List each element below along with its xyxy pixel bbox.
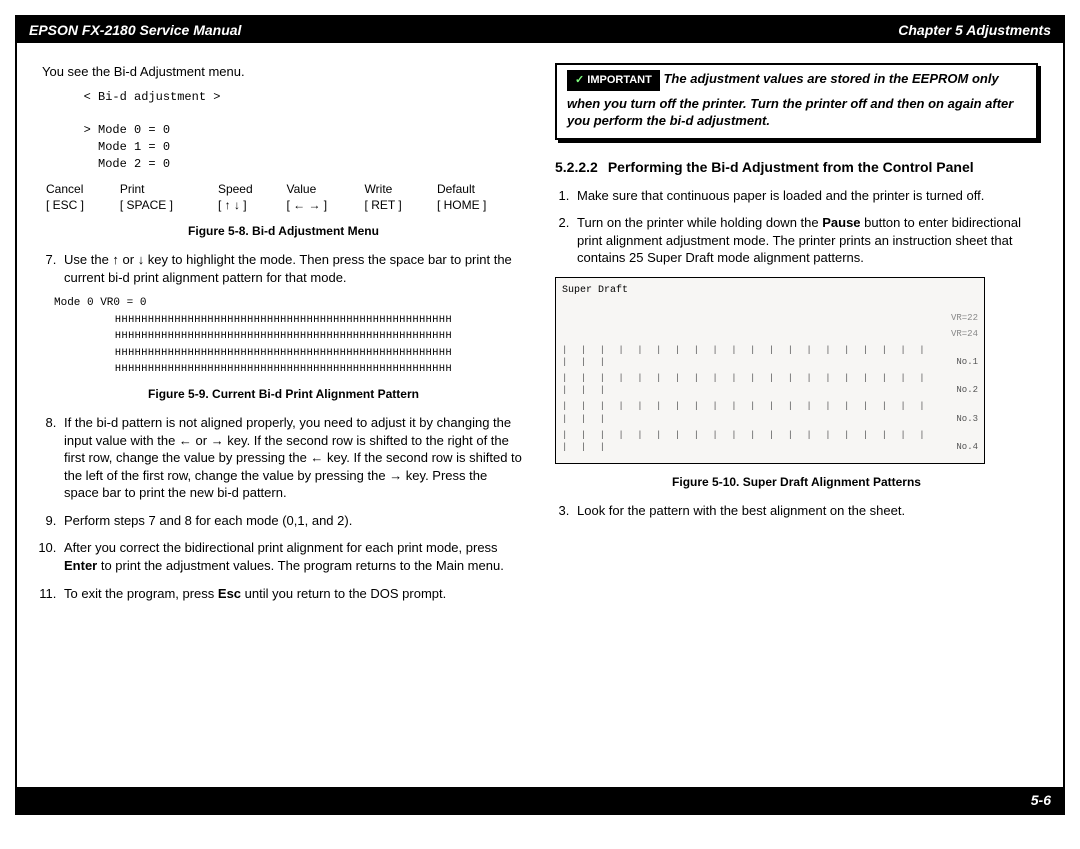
vr-label: VR=24 — [938, 328, 978, 340]
list-item: After you correct the bidirectional prin… — [60, 539, 525, 574]
list-item: If the bi-d pattern is not aligned prope… — [60, 414, 525, 502]
r-step2a: Turn on the printer while holding down t… — [577, 215, 822, 230]
row-label: No.3 — [938, 413, 978, 425]
super-draft-figure: Super Draft VR=22 VR=24 | | | | | | | | … — [555, 277, 985, 464]
r-step3: Look for the pattern with the best align… — [577, 503, 905, 518]
cell: Speed — [214, 181, 283, 197]
menu-key-table: Cancel Print Speed Value Write Default [… — [42, 181, 525, 213]
h-pattern-row: HHHHHHHHHHHHHHHHHHHHHHHHHHHHHHHHHHHHHHHH… — [42, 315, 525, 327]
cell: Cancel — [42, 181, 116, 197]
pattern-row: VR=22 — [562, 312, 978, 324]
figure-5-10-caption: Figure 5-10. Super Draft Alignment Patte… — [555, 474, 1038, 490]
content-area: You see the Bi-d Adjustment menu. < Bi-d… — [17, 43, 1063, 622]
mode0-line: Mode 0 VR0 = 0 — [54, 296, 525, 311]
steps-list-left-cont: If the bi-d pattern is not aligned prope… — [60, 414, 525, 602]
pattern-row: | | | | | | | | | | | | | | | | | | | | … — [562, 372, 978, 396]
cell: Value — [282, 181, 360, 197]
steps-list-right: Make sure that continuous paper is loade… — [573, 187, 1038, 267]
pattern-row: VR=24 — [562, 328, 978, 340]
h-pattern-row: HHHHHHHHHHHHHHHHHHHHHHHHHHHHHHHHHHHHHHHH… — [42, 331, 525, 343]
list-item: Perform steps 7 and 8 for each mode (0,1… — [60, 512, 525, 530]
page-number: 5-6 — [1031, 792, 1051, 808]
step10-b: Enter — [64, 558, 97, 573]
list-item: Turn on the printer while holding down t… — [573, 214, 1038, 267]
pattern-row: | | | | | | | | | | | | | | | | | | | | … — [562, 400, 978, 424]
steps-list-right-cont: Look for the pattern with the best align… — [573, 502, 1038, 520]
figure-5-9-caption: Figure 5-9. Current Bi-d Print Alignment… — [42, 386, 525, 402]
tick-marks: | | | | | | | | | | | | | | | | | | | | … — [562, 400, 938, 424]
section-title-text: Performing the Bi-d Adjustment from the … — [608, 158, 974, 177]
step11-b: Esc — [218, 586, 241, 601]
cell: [ ↑ ↓ ] — [214, 197, 283, 213]
table-row: Cancel Print Speed Value Write Default — [42, 181, 525, 197]
step10-a: After you correct the bidirectional prin… — [64, 540, 498, 555]
tick-marks: | | | | | | | | | | | | | | | | | | | | … — [562, 372, 938, 396]
step8-text: If the bi-d pattern is not aligned prope… — [64, 415, 522, 500]
important-box: IMPORTANT The adjustment values are stor… — [555, 63, 1038, 140]
step9-text: Perform steps 7 and 8 for each mode (0,1… — [64, 513, 352, 528]
cell: [ ← → ] — [282, 197, 360, 213]
figure-5-8-caption: Figure 5-8. Bi-d Adjustment Menu — [42, 223, 525, 239]
step11-a: To exit the program, press — [64, 586, 218, 601]
steps-list-left: Use the ↑ or ↓ key to highlight the mode… — [60, 251, 525, 286]
intro-text: You see the Bi-d Adjustment menu. — [42, 63, 525, 81]
row-label: No.1 — [938, 356, 978, 368]
tick-marks: | | | | | | | | | | | | | | | | | | | | … — [562, 344, 938, 368]
step10-c: to print the adjustment values. The prog… — [97, 558, 504, 573]
right-column: IMPORTANT The adjustment values are stor… — [555, 63, 1038, 612]
important-badge: IMPORTANT — [567, 70, 660, 91]
h-pattern-row: HHHHHHHHHHHHHHHHHHHHHHHHHHHHHHHHHHHHHHHH… — [42, 364, 525, 376]
cell: [ SPACE ] — [116, 197, 214, 213]
footer-bar: 5-6 — [17, 787, 1063, 813]
list-item: To exit the program, press Esc until you… — [60, 585, 525, 603]
list-item: Look for the pattern with the best align… — [573, 502, 1038, 520]
tick-marks: | | | | | | | | | | | | | | | | | | | | … — [562, 429, 938, 453]
header-bar: EPSON FX-2180 Service Manual Chapter 5 A… — [17, 17, 1063, 43]
section-heading: 5.2.2.2 Performing the Bi-d Adjustment f… — [555, 158, 1038, 177]
cell: Write — [361, 181, 433, 197]
list-item: Use the ↑ or ↓ key to highlight the mode… — [60, 251, 525, 286]
section-number: 5.2.2.2 — [555, 158, 598, 177]
bi-d-menu-box: < Bi-d adjustment > > Mode 0 = 0 Mode 1 … — [62, 89, 525, 173]
header-left: EPSON FX-2180 Service Manual — [29, 22, 241, 38]
step11-c: until you return to the DOS prompt. — [241, 586, 446, 601]
cell: [ ESC ] — [42, 197, 116, 213]
row-label: No.4 — [938, 441, 978, 453]
left-column: You see the Bi-d Adjustment menu. < Bi-d… — [42, 63, 525, 612]
step7-text: Use the ↑ or ↓ key to highlight the mode… — [64, 252, 512, 285]
pattern-row: | | | | | | | | | | | | | | | | | | | | … — [562, 344, 978, 368]
list-item: Make sure that continuous paper is loade… — [573, 187, 1038, 205]
table-row: [ ESC ] [ SPACE ] [ ↑ ↓ ] [ ← → ] [ RET … — [42, 197, 525, 213]
page-frame: EPSON FX-2180 Service Manual Chapter 5 A… — [15, 15, 1065, 815]
r-step2b: Pause — [822, 215, 860, 230]
h-pattern-row: HHHHHHHHHHHHHHHHHHHHHHHHHHHHHHHHHHHHHHHH… — [42, 348, 525, 360]
figure-inner-title: Super Draft — [562, 284, 978, 298]
r-step1: Make sure that continuous paper is loade… — [577, 188, 984, 203]
cell: [ HOME ] — [433, 197, 525, 213]
pattern-row: | | | | | | | | | | | | | | | | | | | | … — [562, 429, 978, 453]
vr-label: VR=22 — [938, 312, 978, 324]
cell: Print — [116, 181, 214, 197]
cell: [ RET ] — [361, 197, 433, 213]
row-label: No.2 — [938, 384, 978, 396]
cell: Default — [433, 181, 525, 197]
header-right: Chapter 5 Adjustments — [898, 22, 1051, 38]
